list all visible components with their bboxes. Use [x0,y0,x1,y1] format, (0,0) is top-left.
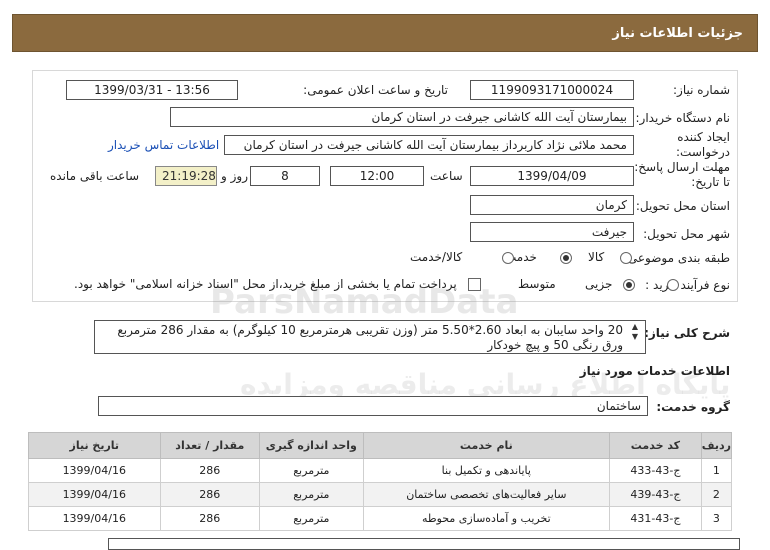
cell-service-name: پایاندهی و تکمیل بنا [362,458,611,483]
deadline-label: مهلت ارسال پاسخ: تا تاریخ: [634,160,730,189]
category-option-goods-service: کالا/خدمت [410,250,463,264]
table-row: 1 ج-43-433 پایاندهی و تکمیل بنا مترمربع … [28,458,733,483]
col-service-name: نام خدمت [362,432,611,459]
purchase-option-minor: جزیی [585,277,613,291]
need-number-label: شماره نیاز: [673,83,730,97]
buyer-org-label: نام دستگاه خریدار: [635,111,731,125]
cell-service-code: ج-43-433 [609,458,702,483]
bottom-field [108,538,740,550]
category-label: طبقه بندی موضوعی: [623,251,730,265]
services-section-title: اطلاعات خدمات مورد نیاز [579,364,730,378]
city-label: شهر محل تحویل: [643,227,730,241]
page-header: جزئیات اطلاعات نیاز [12,14,758,52]
cell-unit: مترمربع [259,506,364,531]
col-quantity: مقدار / تعداد [159,432,261,459]
col-unit: واحد اندازه گیری [259,432,364,459]
treasury-note: پرداخت تمام یا بخشی از مبلغ خرید،از محل … [74,277,457,291]
need-number-field: 1199093171000024 [470,80,634,100]
service-group-field: ساختمان [98,396,648,416]
cell-quantity: 286 [159,458,261,483]
cell-row-number: 1 [700,458,733,483]
cell-need-date: 1399/04/16 [28,458,161,483]
remaining-time-label: ساعت باقی مانده [50,169,140,183]
col-service-code: کد خدمت [609,432,702,459]
services-table: ردیف کد خدمت نام خدمت واحد اندازه گیری م… [28,432,733,531]
remaining-time-field: 21:19:28 [155,166,217,186]
col-row-number: ردیف [700,432,733,459]
cell-need-date: 1399/04/16 [28,482,161,507]
purchase-option-medium: متوسط [518,277,556,291]
cell-quantity: 286 [159,482,261,507]
cell-unit: مترمربع [259,482,364,507]
category-radio-service[interactable] [559,252,572,264]
cell-quantity: 286 [159,506,261,531]
scroll-down-icon[interactable]: ▼ [628,332,642,342]
cell-need-date: 1399/04/16 [28,506,161,531]
treasury-checkbox[interactable] [468,278,481,291]
city-field: جیرفت [470,222,634,242]
province-field: کرمان [470,195,634,215]
scroll-up-icon[interactable]: ▲ [628,322,642,332]
buyer-contact-link[interactable]: اطلاعات تماس خریدار [108,138,219,152]
buyer-org-field: بیمارستان آیت الله کاشانی جیرفت در استان… [170,107,634,127]
category-radio-goods[interactable] [620,252,632,264]
description-scroll-arrows[interactable]: ▲ ▼ [628,322,642,352]
cell-service-code: ج-43-431 [609,506,702,531]
cell-service-name: سایر فعالیت‌های تخصصی ساختمان [362,482,611,507]
announce-datetime-field: 1399/03/31 - 13:56 [66,80,238,100]
deadline-date-field: 1399/04/09 [470,166,634,186]
description-textarea[interactable]: 20 واحد سایبان به ابعاد 2.60*5.50 متر (و… [94,320,646,354]
cell-unit: مترمربع [259,458,364,483]
cell-row-number: 2 [700,482,733,507]
category-radio-goods-service[interactable] [501,252,514,264]
page-title: جزئیات اطلاعات نیاز [612,25,743,41]
col-need-date: تاریخ نیاز [28,432,161,459]
creator-label: ایجاد کننده درخواست: [676,130,730,159]
description-label: شرح کلی نیاز: [644,326,730,340]
remaining-days-field: 8 [250,166,320,186]
days-label: روز و [221,169,248,183]
province-label: استان محل تحویل: [635,199,730,213]
cell-service-code: ج-43-439 [609,482,702,507]
service-group-label: گروه خدمت: [656,400,730,414]
table-row: 2 ج-43-439 سایر فعالیت‌های تخصصی ساختمان… [28,482,733,507]
deadline-time-field: 12:00 [330,166,424,186]
cell-service-name: تخریب و آماده‌سازی محوطه [362,506,611,531]
category-option-goods: کالا [588,250,605,264]
deadline-time-label: ساعت [430,169,463,183]
table-row: 3 ج-43-431 تخریب و آماده‌سازی محوطه مترم… [28,506,733,531]
cell-row-number: 3 [700,506,733,531]
creator-field: محمد ملائی نژاد کاربرداز بیمارستان آیت ا… [224,135,634,155]
table-header-row: ردیف کد خدمت نام خدمت واحد اندازه گیری م… [28,432,733,459]
announce-datetime-label: تاریخ و ساعت اعلان عمومی: [303,83,448,97]
purchase-type-label: نوع فرآیند خرید : [645,278,730,292]
